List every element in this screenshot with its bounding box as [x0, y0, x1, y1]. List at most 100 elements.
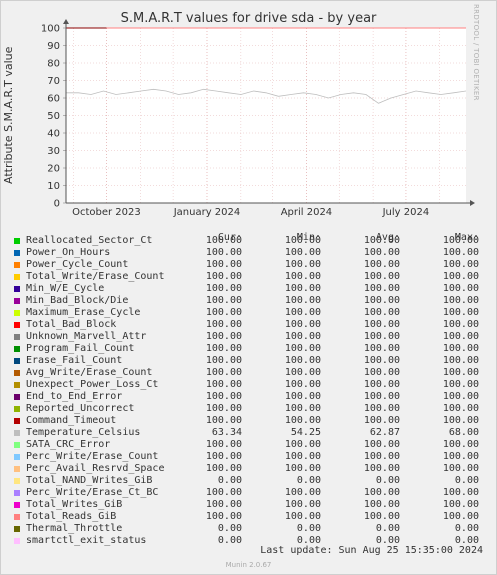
legend-min-value: 100.00 — [284, 415, 321, 426]
y-tick-label: 10 — [47, 181, 60, 192]
x-axis-arrow — [470, 200, 475, 206]
legend-cur-value: 100.00 — [205, 511, 242, 522]
legend-avg-value: 100.00 — [363, 439, 400, 450]
legend-cur-value: 100.00 — [205, 343, 242, 354]
legend-min-value: 100.00 — [284, 307, 321, 318]
legend-max-value: 100.00 — [442, 355, 479, 366]
legend-row: Temperature_Celsius 63.34 54.25 62.87 68.00 — [0, 427, 497, 439]
legend-swatch — [14, 430, 20, 436]
legend-max-value: 100.00 — [442, 331, 479, 342]
legend-swatch — [14, 274, 20, 280]
y-tick-label: 0 — [54, 199, 60, 210]
x-tick-label: October 2023 — [72, 207, 141, 218]
legend-max-value: 100.00 — [442, 391, 479, 402]
legend-swatch — [14, 418, 20, 424]
legend-row: Unknown_Marvell_Attr 100.00 100.00 100.00 10… — [0, 331, 497, 343]
legend-swatch — [14, 322, 20, 328]
legend-avg-value: 100.00 — [363, 331, 400, 342]
legend-max-value: 100.00 — [442, 343, 479, 354]
legend-max-value: 100.00 — [442, 403, 479, 414]
legend-min-value: 0.00 — [296, 475, 321, 486]
legend-swatch — [14, 466, 20, 472]
legend-cur-value: 100.00 — [205, 487, 242, 498]
legend-avg-value: 100.00 — [363, 271, 400, 282]
legend-row: Program_Fail_Count 100.00 100.00 100.00 100.… — [0, 343, 497, 355]
legend-series-name: Min_W/E_Cycle — [26, 283, 105, 294]
legend-min-value: 100.00 — [284, 367, 321, 378]
legend-max-value: 100.00 — [442, 439, 479, 450]
legend-max-value: 100.00 — [442, 415, 479, 426]
legend-avg-value: 100.00 — [363, 415, 400, 426]
legend-avg-value: 62.87 — [369, 427, 400, 438]
x-tick-label: July 2024 — [382, 207, 430, 218]
legend-max-value: 100.00 — [442, 247, 479, 258]
legend-series-name: Thermal_Throttle — [26, 523, 123, 534]
legend-min-value: 54.25 — [290, 427, 321, 438]
y-axis-arrow — [63, 19, 69, 24]
legend-min-value: 100.00 — [284, 511, 321, 522]
legend-row: Command_Timeout 100.00 100.00 100.00 100.00 — [0, 415, 497, 427]
legend-swatch — [14, 526, 20, 532]
legend-cur-value: 100.00 — [205, 235, 242, 246]
legend-cur-value: 100.00 — [205, 463, 242, 474]
legend-series-name: Total_NAND_Writes_GiB — [26, 475, 153, 486]
legend-row: Erase_Fail_Count 100.00 100.00 100.00 100.00 — [0, 355, 497, 367]
legend-cur-value: 100.00 — [205, 331, 242, 342]
legend-max-value: 100.00 — [442, 511, 479, 522]
legend-min-value: 100.00 — [284, 283, 321, 294]
legend-series-name: Total_Reads_GiB — [26, 511, 117, 522]
legend-row: Power_Cycle_Count 100.00 100.00 100.00 100.0… — [0, 259, 497, 271]
legend-swatch — [14, 262, 20, 268]
legend-min-value: 100.00 — [284, 235, 321, 246]
x-tick-label: April 2024 — [281, 207, 332, 218]
legend-avg-value: 0.00 — [375, 475, 400, 486]
legend-max-value: 100.00 — [442, 259, 479, 270]
legend-min-value: 100.00 — [284, 355, 321, 366]
legend-min-value: 100.00 — [284, 487, 321, 498]
legend-min-value: 100.00 — [284, 247, 321, 258]
plot-area: 0 10 20 30 40 50 60 70 80 90 100 October 2023 Januar… — [41, 19, 475, 218]
legend-avg-value: 100.00 — [363, 319, 400, 330]
legend-max-value: 100.00 — [442, 271, 479, 282]
legend-cur-value: 100.00 — [205, 391, 242, 402]
legend-max-value: 100.00 — [442, 367, 479, 378]
legend-avg-value: 100.00 — [363, 499, 400, 510]
y-tick-label: 20 — [47, 164, 60, 175]
legend-max-value: 0.00 — [454, 475, 479, 486]
legend-swatch — [14, 250, 20, 256]
legend-cur-value: 0.00 — [217, 523, 242, 534]
y-tick-label: 60 — [47, 94, 60, 105]
legend-cur-value: 100.00 — [205, 247, 242, 258]
legend-cur-value: 100.00 — [205, 379, 242, 390]
x-tick-label: January 2024 — [173, 207, 241, 218]
legend-min-value: 100.00 — [284, 331, 321, 342]
legend-cur-value: 100.00 — [205, 295, 242, 306]
legend-max-value: 68.00 — [448, 427, 479, 438]
legend-max-value: 0.00 — [454, 523, 479, 534]
legend-series-name: Total_Bad_Block — [26, 319, 117, 330]
legend-series-name: Temperature_Celsius — [26, 427, 141, 438]
y-tick-label: 50 — [47, 111, 60, 122]
legend-swatch — [14, 514, 20, 520]
legend-series-name: Power_Cycle_Count — [26, 259, 129, 270]
legend-cur-value: 100.00 — [205, 283, 242, 294]
legend-min-value: 100.00 — [284, 259, 321, 270]
legend-row: Min_W/E_Cycle 100.00 100.00 100.00 100.00 — [0, 283, 497, 295]
legend-series-name: Power_On_Hours — [26, 247, 111, 258]
legend-row: Total_Bad_Block 100.00 100.00 100.00 100.00 — [0, 319, 497, 331]
legend-series-name: Perc_Write/Erase_Ct_BC — [26, 487, 159, 498]
y-tick-label: 40 — [47, 129, 60, 140]
legend-swatch — [14, 406, 20, 412]
legend-row: Avg_Write/Erase_Count 100.00 100.00 100.00 1… — [0, 367, 497, 379]
legend-row: Total_NAND_Writes_GiB 0.00 0.00 0.00 0.00 — [0, 475, 497, 487]
legend-cur-value: 100.00 — [205, 259, 242, 270]
legend-swatch — [14, 310, 20, 316]
legend-swatch — [14, 346, 20, 352]
legend-row: Thermal_Throttle 0.00 0.00 0.00 0.00 — [0, 523, 497, 535]
legend-series-name: Avg_Write/Erase_Count — [26, 367, 153, 378]
legend-series-name: Perc_Avail_Resrvd_Space — [26, 463, 165, 474]
legend-min-value: 100.00 — [284, 439, 321, 450]
last-update: Last update: Sun Aug 25 15:35:00 2024 — [260, 545, 483, 556]
legend-series-name: Command_Timeout — [26, 415, 117, 426]
legend-avg-value: 0.00 — [375, 523, 400, 534]
